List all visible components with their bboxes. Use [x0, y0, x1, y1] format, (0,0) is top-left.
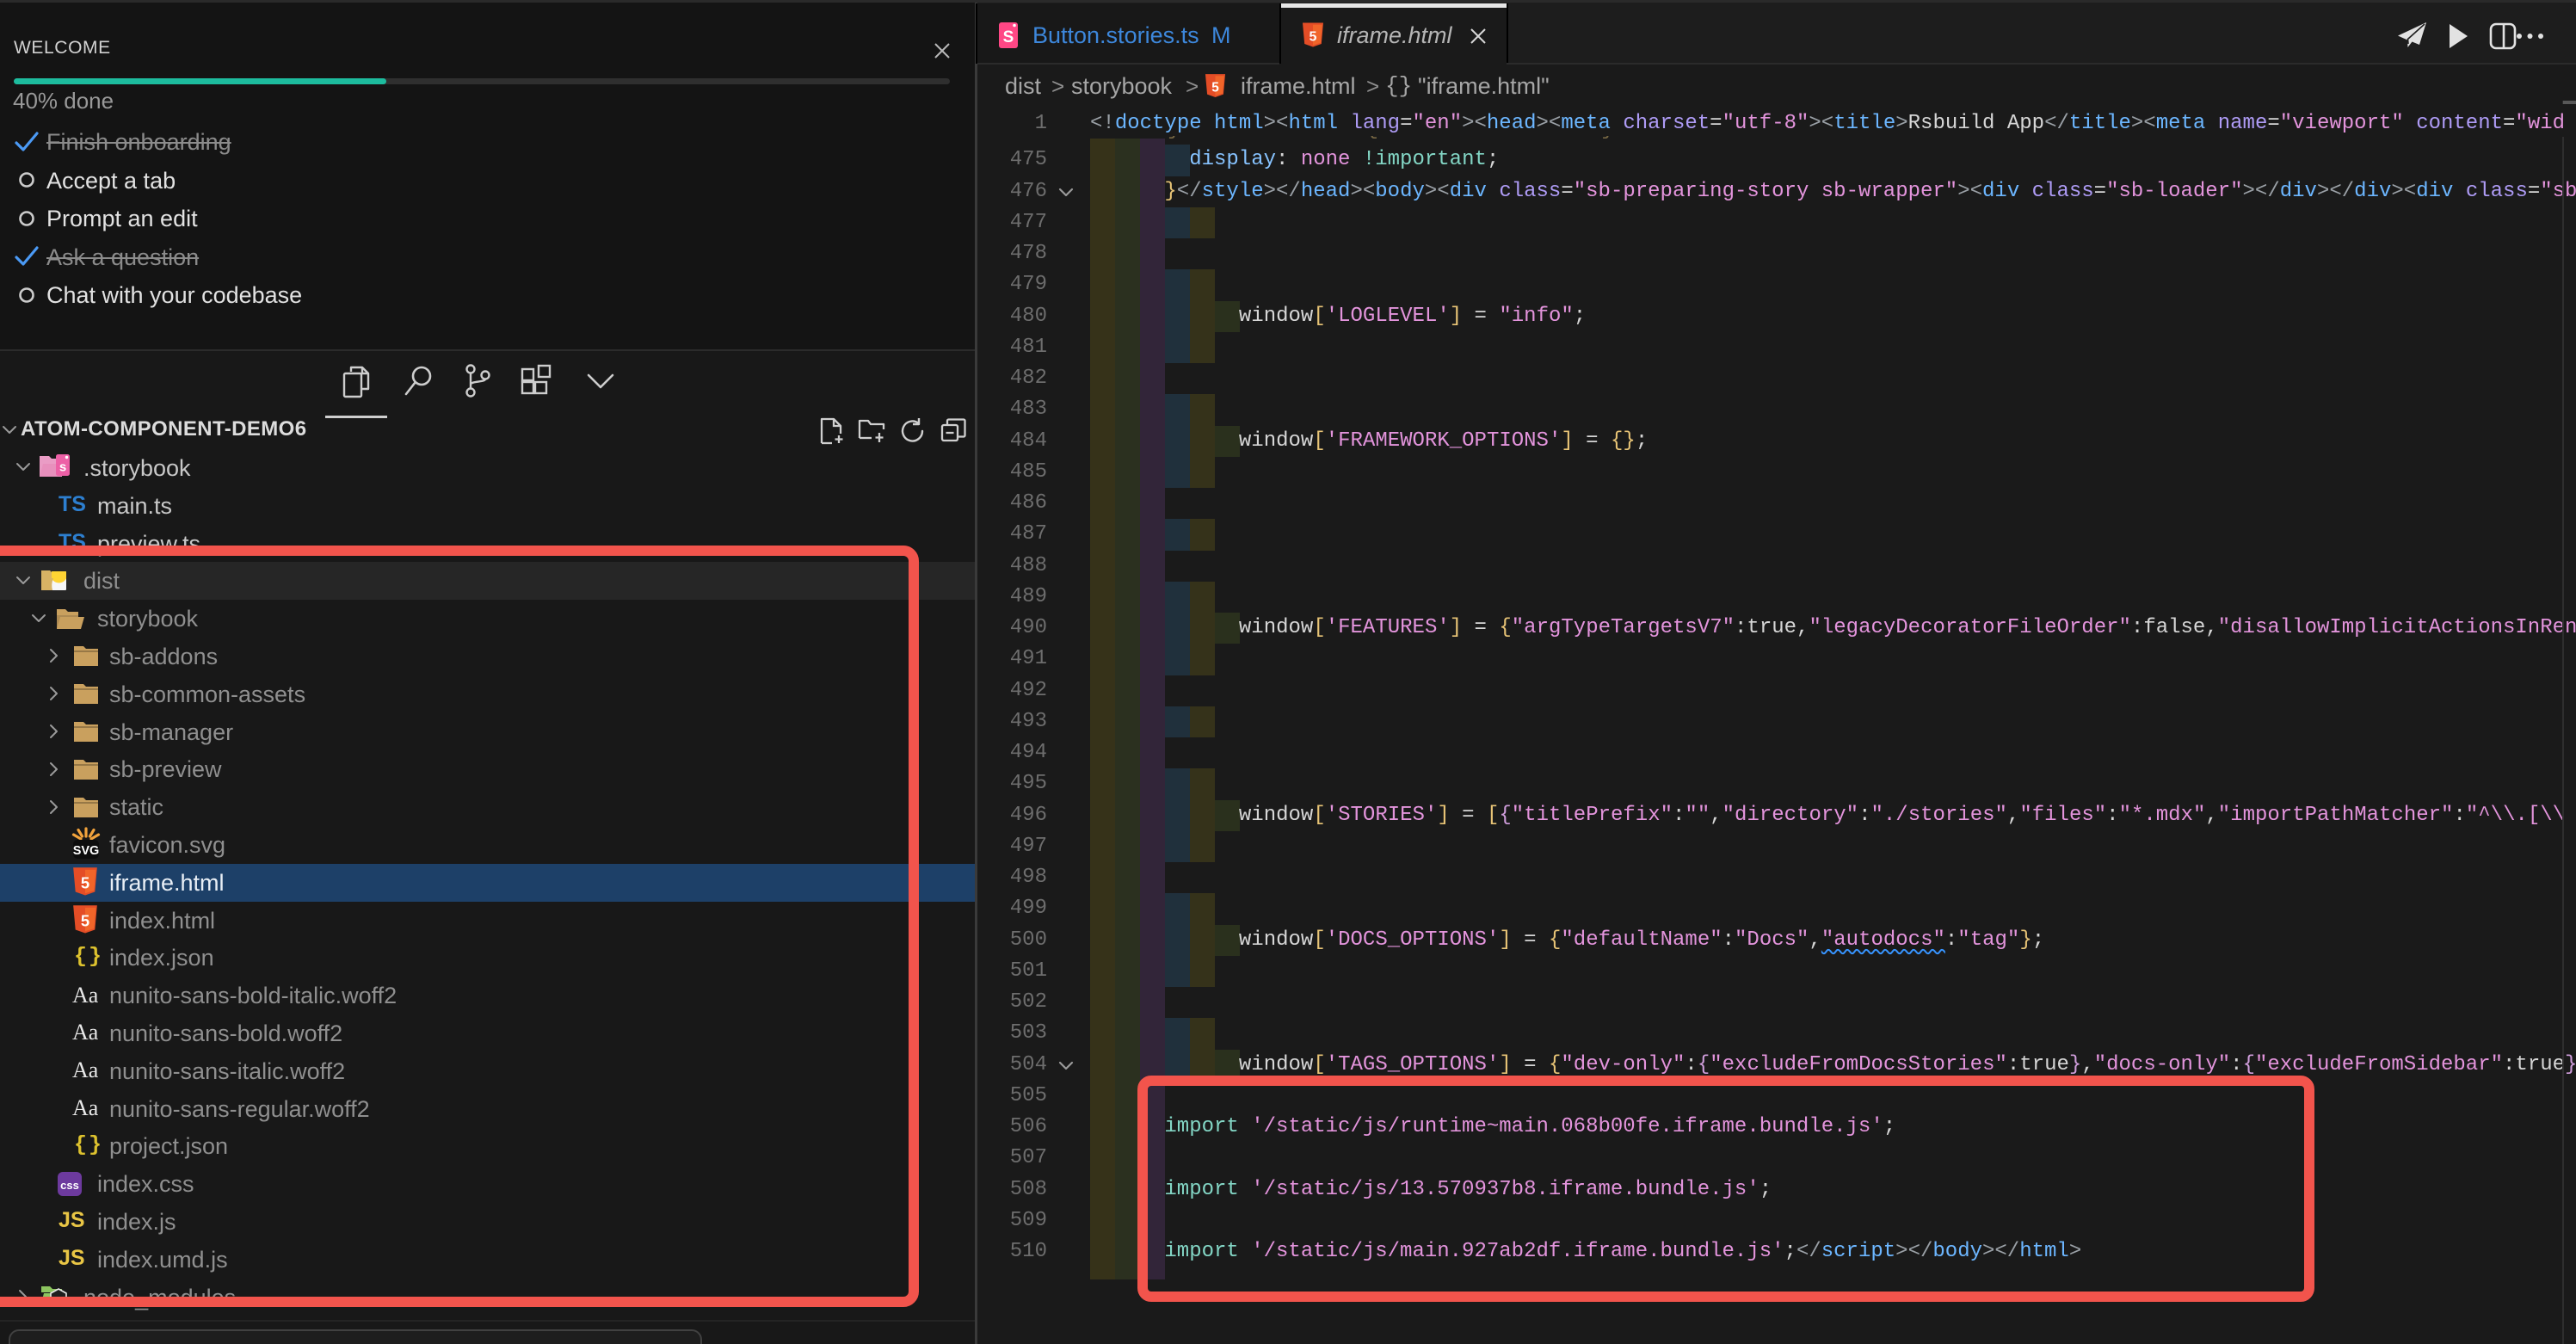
- svg-text:s: s: [59, 460, 66, 475]
- svg-text:S: S: [1003, 28, 1014, 46]
- svg-text:5: 5: [1310, 30, 1317, 45]
- svg-text:5: 5: [1211, 80, 1219, 95]
